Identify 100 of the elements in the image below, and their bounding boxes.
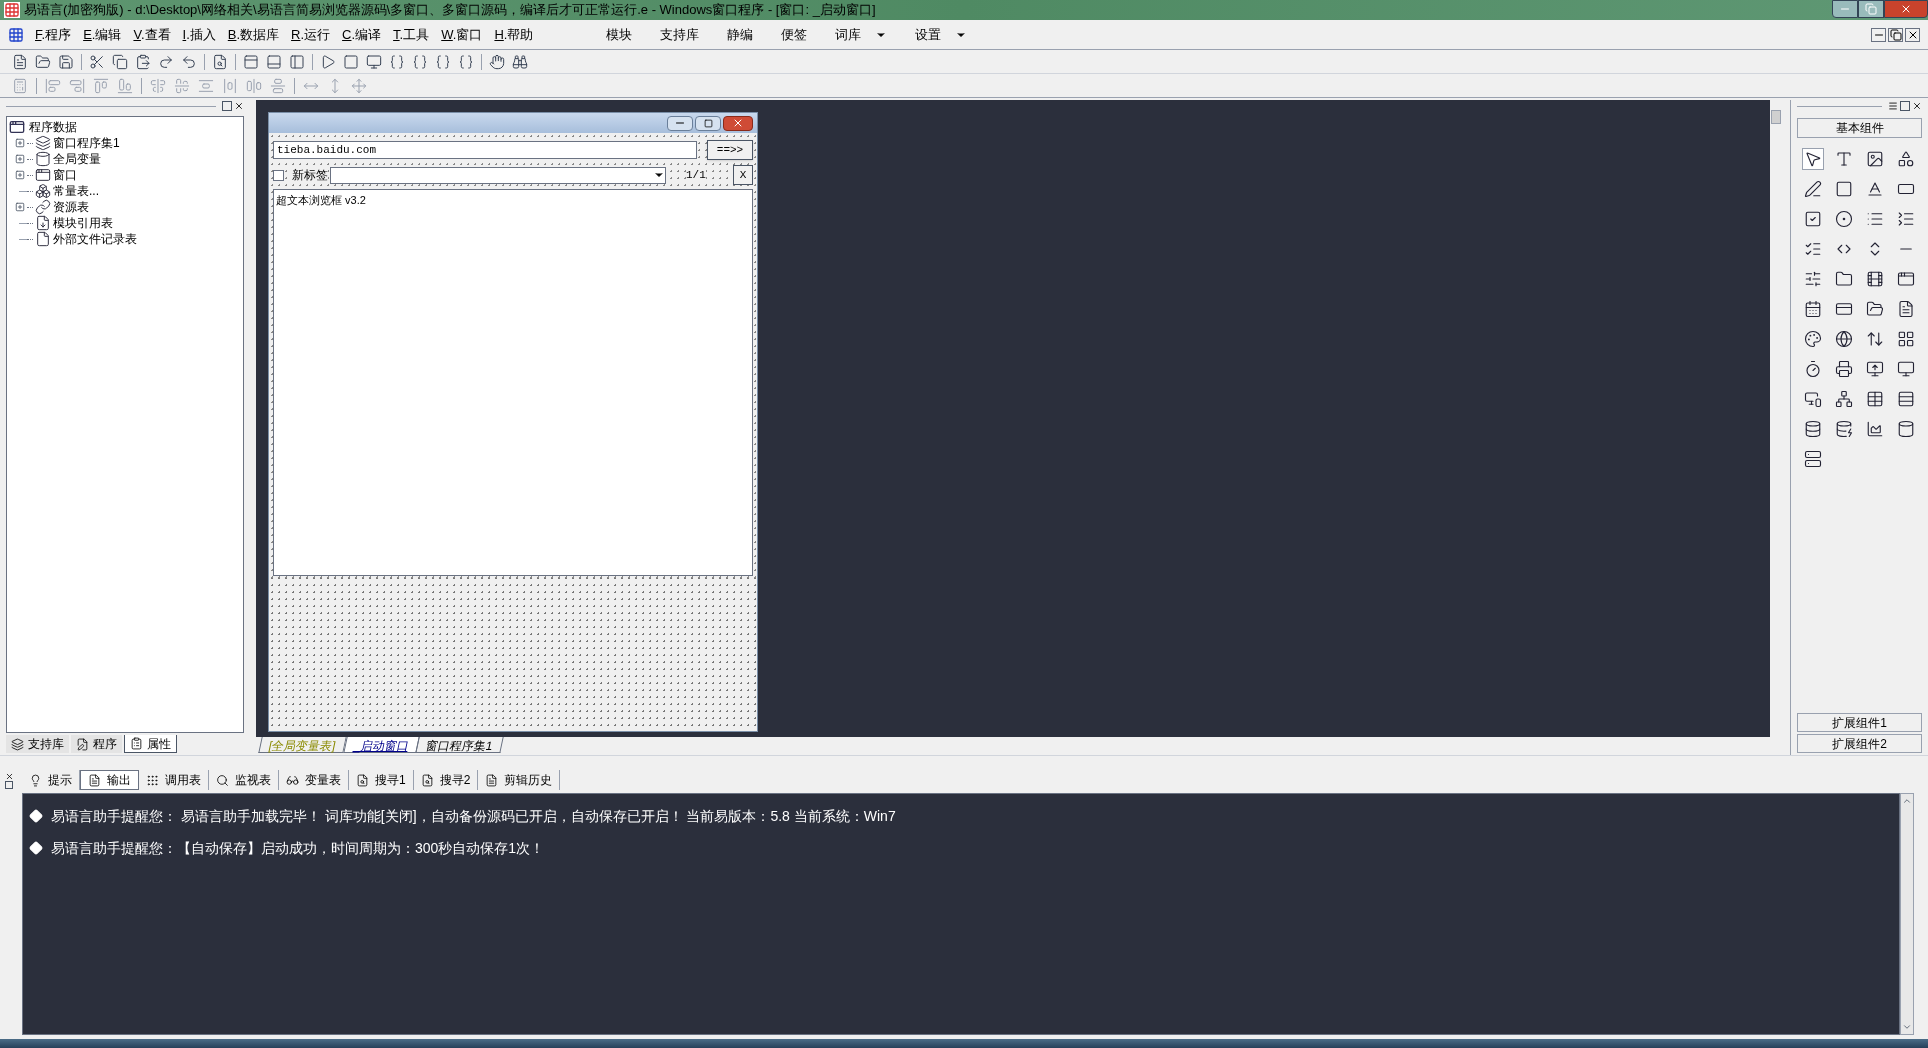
redo-icon[interactable] [158, 53, 174, 70]
editor-tab[interactable]: _启动窗口 [342, 737, 420, 753]
shapes-icon[interactable] [1897, 150, 1916, 168]
panel-tab[interactable]: 程序 [71, 735, 122, 753]
layout-icon[interactable] [289, 53, 305, 70]
braces-icon[interactable] [458, 53, 474, 70]
database-icon[interactable] [1834, 420, 1853, 438]
monitor-icon[interactable] [1897, 360, 1916, 378]
calendar-icon[interactable] [1803, 300, 1822, 318]
panel-tab[interactable]: 属性 [124, 735, 177, 753]
float-button[interactable] [1900, 101, 1910, 111]
tree-item[interactable]: 模块引用表 [53, 214, 113, 232]
table-icon[interactable] [1866, 390, 1885, 408]
panel-tab[interactable]: 支持库 [6, 735, 69, 753]
output-tab[interactable]: 变量表 [279, 770, 349, 790]
pointer-icon[interactable] [1803, 150, 1822, 168]
checkbox-label[interactable]: 新标签 [292, 166, 328, 184]
new-file-icon[interactable] [12, 53, 28, 70]
maximize-button[interactable] [1858, 0, 1884, 18]
menu-item[interactable]: I.插入 [177, 24, 221, 45]
film-icon[interactable] [1866, 270, 1885, 288]
list-icon[interactable] [1866, 210, 1885, 228]
output-tab[interactable]: 监视表 [209, 770, 279, 790]
close-icon[interactable] [234, 101, 244, 111]
tree-item[interactable]: 全局变量 [53, 150, 101, 168]
scroll-down-icon[interactable] [1902, 1022, 1912, 1032]
menu-item[interactable]: 模块 [600, 24, 639, 45]
menu-item[interactable]: W.窗口 [436, 24, 488, 45]
search-icon[interactable] [212, 53, 228, 70]
document-icon[interactable] [1897, 300, 1916, 318]
open-folder-icon[interactable] [35, 53, 51, 70]
restore-button[interactable] [1888, 27, 1903, 42]
play-icon[interactable] [320, 53, 336, 70]
palette-icon[interactable] [1803, 330, 1822, 348]
frame-icon[interactable] [1834, 180, 1853, 198]
monitor-icon[interactable] [1803, 390, 1822, 408]
close-tab-button[interactable]: X [733, 165, 753, 185]
expand-icon[interactable] [15, 202, 25, 212]
expand-icon[interactable] [15, 154, 25, 164]
output-tab[interactable]: 搜寻1 [349, 770, 414, 790]
slider-icon[interactable] [1803, 270, 1822, 288]
menu-item[interactable]: E.编辑 [78, 24, 127, 45]
minimize-button[interactable] [667, 115, 693, 131]
palette-header[interactable]: 扩展组件2 [1797, 734, 1922, 753]
stop-icon[interactable] [343, 53, 359, 70]
menu-icon[interactable] [1888, 101, 1898, 111]
binoculars-icon[interactable] [512, 53, 528, 70]
layout-icon[interactable] [243, 53, 259, 70]
printer-icon[interactable] [1834, 360, 1853, 378]
minimize-button[interactable] [1871, 27, 1886, 42]
menu-item[interactable]: 词库 [829, 24, 894, 45]
palette-header[interactable]: 扩展组件1 [1797, 713, 1922, 732]
checkbox[interactable] [273, 169, 284, 181]
scroll-up-icon[interactable] [1902, 796, 1912, 806]
card-icon[interactable] [1834, 300, 1853, 318]
paste-icon[interactable] [135, 53, 151, 70]
spinner-icon[interactable] [1866, 330, 1885, 348]
menu-item[interactable]: F.程序 [30, 24, 77, 45]
close-button[interactable] [723, 115, 753, 131]
palette-header[interactable]: 基本组件 [1797, 118, 1922, 138]
url-field[interactable]: tieba.baidu.com [273, 141, 697, 159]
braces-icon[interactable] [435, 53, 451, 70]
window-icon[interactable] [1897, 270, 1916, 288]
menu-item[interactable]: H.帮助 [489, 24, 539, 45]
float-button[interactable] [222, 101, 232, 111]
minimize-button[interactable] [1832, 0, 1858, 18]
monitor-icon[interactable] [366, 53, 382, 70]
close-icon[interactable] [1912, 101, 1922, 111]
menu-item[interactable]: C.编译 [337, 24, 387, 45]
menu-item[interactable]: 便签 [775, 24, 814, 45]
list-icon[interactable] [1897, 210, 1916, 228]
menu-item[interactable]: 设置 [909, 24, 974, 45]
close-icon[interactable] [4, 771, 14, 781]
checkbox-icon[interactable] [1803, 210, 1822, 228]
menu-item[interactable]: V.查看 [128, 24, 176, 45]
tree-item[interactable]: 窗口 [53, 166, 77, 184]
checklist-icon[interactable] [1803, 240, 1822, 258]
chart-icon[interactable] [1866, 420, 1885, 438]
database-icon[interactable] [1803, 420, 1822, 438]
float-button[interactable] [5, 780, 13, 789]
grid-icon[interactable] [1897, 330, 1916, 348]
globe-icon[interactable] [1834, 330, 1853, 348]
rows-icon[interactable] [1897, 390, 1916, 408]
folder-icon[interactable] [1866, 300, 1885, 318]
cut-icon[interactable] [89, 53, 105, 70]
pen-icon[interactable] [1803, 180, 1822, 198]
tree-item[interactable]: 程序数据 [29, 118, 77, 136]
menu-item[interactable]: B.数据库 [222, 24, 285, 45]
output-tab[interactable]: 剪辑历史 [478, 770, 561, 790]
tree-item[interactable]: 常量表... [53, 182, 99, 200]
output-tab[interactable]: 输出 [80, 770, 139, 790]
layout-icon[interactable] [266, 53, 282, 70]
menu-item[interactable]: 静编 [721, 24, 760, 45]
monitor-icon[interactable] [1866, 360, 1885, 378]
label-icon[interactable] [1834, 150, 1853, 168]
tab-dropdown[interactable] [330, 166, 666, 184]
menu-item[interactable]: T.工具 [388, 24, 435, 45]
timer-icon[interactable] [1803, 360, 1822, 378]
close-button[interactable] [1905, 27, 1920, 42]
menu-item[interactable]: 支持库 [654, 24, 706, 45]
